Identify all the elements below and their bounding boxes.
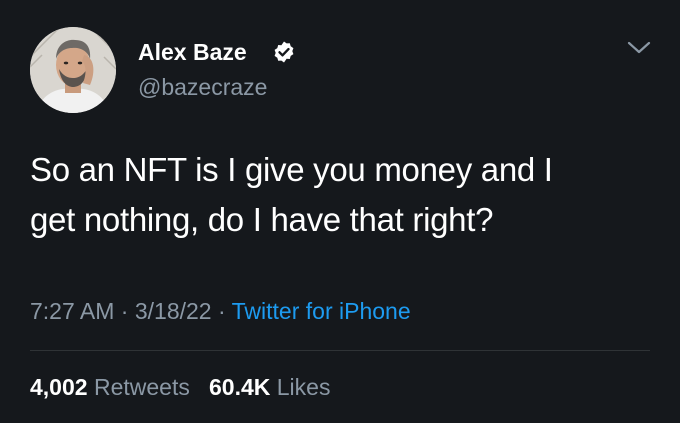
tweet-text: So an NFT is I give you money and I get … — [30, 145, 650, 245]
meta-separator-2: · — [217, 298, 226, 324]
display-name[interactable]: Alex Baze — [138, 38, 247, 66]
tweet-meta: 7:27 AM · 3/18/22 · Twitter for iPhone — [30, 296, 411, 326]
likes-label: Likes — [276, 374, 331, 400]
engagement-stats: 4,002 Retweets 60.4K Likes — [30, 372, 330, 402]
tweet-date[interactable]: 3/18/22 — [135, 298, 212, 324]
tweet-time[interactable]: 7:27 AM — [30, 298, 114, 324]
tweet-text-line-1: So an NFT is I give you money and I — [30, 151, 553, 188]
divider — [30, 350, 650, 351]
chevron-down-icon[interactable] — [625, 38, 653, 58]
likes-count: 60.4K — [209, 374, 271, 400]
retweets-stat[interactable]: 4,002 Retweets — [30, 374, 196, 400]
verified-badge-icon — [274, 41, 294, 63]
avatar[interactable] — [30, 27, 116, 113]
likes-stat[interactable]: 60.4K Likes — [209, 374, 330, 400]
tweet-source-link[interactable]: Twitter for iPhone — [232, 298, 411, 324]
profile-photo-image — [30, 27, 116, 113]
user-handle[interactable]: @bazecraze — [138, 73, 267, 101]
retweets-count: 4,002 — [30, 374, 88, 400]
retweets-label: Retweets — [93, 374, 190, 400]
tweet-text-line-2: get nothing, do I have that right? — [30, 201, 494, 238]
meta-separator-1: · — [120, 298, 129, 324]
tweet-card: Alex Baze @bazecraze So an NFT is I give… — [0, 0, 680, 423]
